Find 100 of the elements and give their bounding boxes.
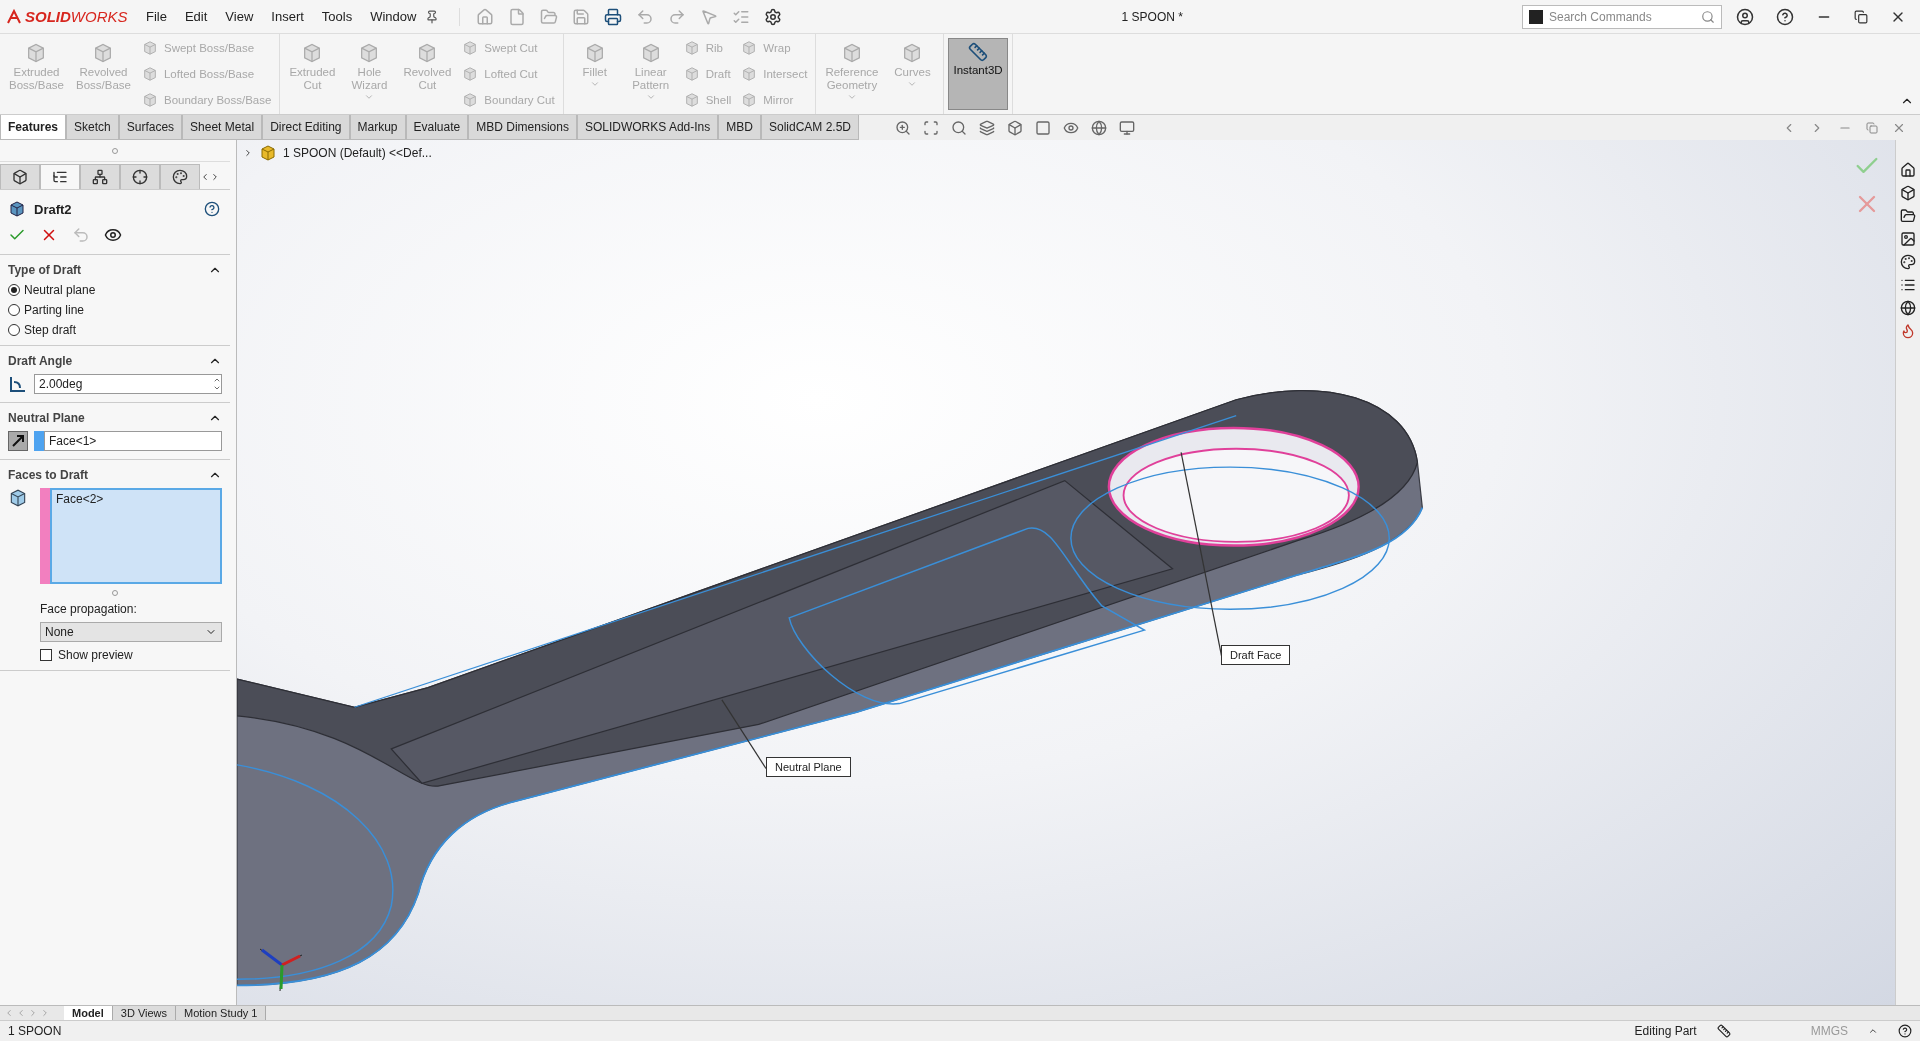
command-tab[interactable]: MBD <box>718 115 761 140</box>
cube-icon <box>8 488 28 508</box>
cube-icon <box>683 40 700 56</box>
property-manager-tab[interactable] <box>40 164 80 189</box>
radio-button[interactable] <box>8 324 20 336</box>
configuration-tab[interactable] <box>80 164 120 189</box>
search-icon[interactable] <box>1701 9 1715 24</box>
scroll-right-icon[interactable] <box>210 171 220 182</box>
feature-title: Draft2 <box>34 201 73 217</box>
radio-button[interactable] <box>8 284 20 296</box>
command-tab[interactable]: SOLIDWORKS Add-Ins <box>576 115 719 140</box>
selection-color-tag <box>34 431 44 451</box>
show-preview-label: Show preview <box>58 648 133 662</box>
document-name: 1 SPOON <box>8 1024 62 1038</box>
command-tab[interactable]: Direct Editing <box>262 115 350 140</box>
image-icon[interactable] <box>1900 231 1916 247</box>
list-icon[interactable] <box>1900 277 1916 293</box>
spinner-icon[interactable] <box>213 376 221 392</box>
appearance-tab[interactable] <box>160 164 200 189</box>
direction-toggle[interactable] <box>8 431 28 451</box>
dimension-tab[interactable] <box>120 164 160 189</box>
model-tab[interactable]: Model <box>64 1006 113 1020</box>
ribbon-button[interactable]: Instant3D <box>948 38 1008 110</box>
radio-button[interactable] <box>8 304 20 316</box>
search-icon[interactable] <box>951 119 967 136</box>
model-tab[interactable]: Motion Study 1 <box>176 1006 267 1020</box>
menu-item[interactable]: View <box>216 9 263 24</box>
command-tab[interactable]: Features <box>0 115 67 140</box>
section-title: Draft Angle <box>8 354 73 368</box>
help-icon[interactable] <box>1776 7 1794 26</box>
face-propagation-dropdown[interactable]: None <box>40 622 222 642</box>
menu-item[interactable]: Window <box>361 9 426 24</box>
radio-label: Neutral plane <box>24 283 96 297</box>
cube-icon <box>741 66 758 82</box>
cube-icon <box>141 66 158 82</box>
radio-option[interactable]: Neutral plane <box>8 283 222 297</box>
zoom-area-icon[interactable] <box>923 119 939 136</box>
feature-tree-tab[interactable] <box>0 164 40 189</box>
logo-icon <box>6 8 22 25</box>
palette-icon <box>172 169 188 185</box>
scene-icon[interactable] <box>1091 119 1107 136</box>
menu-item[interactable]: Tools <box>312 9 362 24</box>
command-tab[interactable]: Sketch <box>66 115 119 140</box>
command-tab[interactable]: Sheet Metal <box>182 115 263 140</box>
section-title: Type of Draft <box>8 263 82 277</box>
angle-input[interactable]: 2.00deg <box>34 374 222 394</box>
monitor-icon[interactable] <box>1119 119 1135 136</box>
menu-item[interactable]: Insert <box>262 9 313 24</box>
cube-icon <box>462 92 479 108</box>
cube-icon <box>462 40 479 56</box>
folder-icon[interactable] <box>1900 208 1916 224</box>
home-icon[interactable] <box>1900 162 1916 178</box>
command-tab[interactable]: Evaluate <box>405 115 469 140</box>
help-icon[interactable] <box>204 201 220 217</box>
cube-icon <box>8 200 26 218</box>
user-icon[interactable] <box>1736 7 1754 26</box>
list-icon <box>52 169 68 185</box>
radio-option[interactable]: Step draft <box>8 323 222 337</box>
crosshair-icon <box>132 169 148 185</box>
cube-icon <box>141 92 158 108</box>
view-orientation-icon[interactable] <box>1007 119 1023 136</box>
scroll-left-icon[interactable] <box>200 171 210 182</box>
menu-item[interactable]: File <box>137 9 176 24</box>
zoom-icon[interactable] <box>895 119 911 136</box>
ruler-icon <box>968 42 989 62</box>
tree-icon <box>92 169 108 185</box>
command-tab[interactable]: SolidCAM 2.5D <box>760 115 859 140</box>
terminal-icon <box>1529 9 1543 24</box>
callout-label: Draft Face <box>1221 645 1291 665</box>
flame-icon[interactable] <box>1900 323 1916 339</box>
neutral-plane-field[interactable]: Face<1> <box>44 431 222 451</box>
section-view-icon[interactable] <box>979 119 995 136</box>
faces-list-box[interactable]: Face<2> <box>50 488 222 584</box>
command-tab[interactable]: MBD Dimensions <box>468 115 577 140</box>
display-style-icon[interactable] <box>1035 119 1051 136</box>
settings-icon[interactable] <box>764 7 783 26</box>
spoon-model-drawing[interactable] <box>237 389 1424 987</box>
pin-icon[interactable] <box>425 9 440 24</box>
restore-icon[interactable] <box>1854 9 1868 24</box>
search-field[interactable]: Search Commands <box>1522 4 1722 29</box>
command-tab[interactable]: Surfaces <box>118 115 183 140</box>
tree-root-label[interactable]: 1 SPOON (Default) <<Def... <box>283 146 432 160</box>
show-preview-checkbox[interactable] <box>40 649 52 661</box>
expand-icon[interactable] <box>243 148 253 158</box>
palette-icon[interactable] <box>1900 254 1916 270</box>
eye-icon[interactable] <box>104 226 122 244</box>
cube-icon <box>741 40 758 56</box>
radio-option[interactable]: Parting line <box>8 303 222 317</box>
section-title: Neutral Plane <box>8 411 85 425</box>
cube-icon <box>12 169 28 185</box>
caret-icon[interactable] <box>1868 1026 1878 1036</box>
radio-label: Step draft <box>24 323 77 337</box>
menu-item[interactable]: Edit <box>175 9 217 24</box>
cube-icon <box>741 92 758 108</box>
leader-line <box>721 699 767 770</box>
model-tab[interactable]: 3D Views <box>112 1006 177 1020</box>
cube-icon[interactable] <box>1900 185 1916 201</box>
printer-icon[interactable] <box>604 7 623 26</box>
command-tab[interactable]: Markup <box>349 115 406 140</box>
globe-icon[interactable] <box>1900 300 1916 316</box>
